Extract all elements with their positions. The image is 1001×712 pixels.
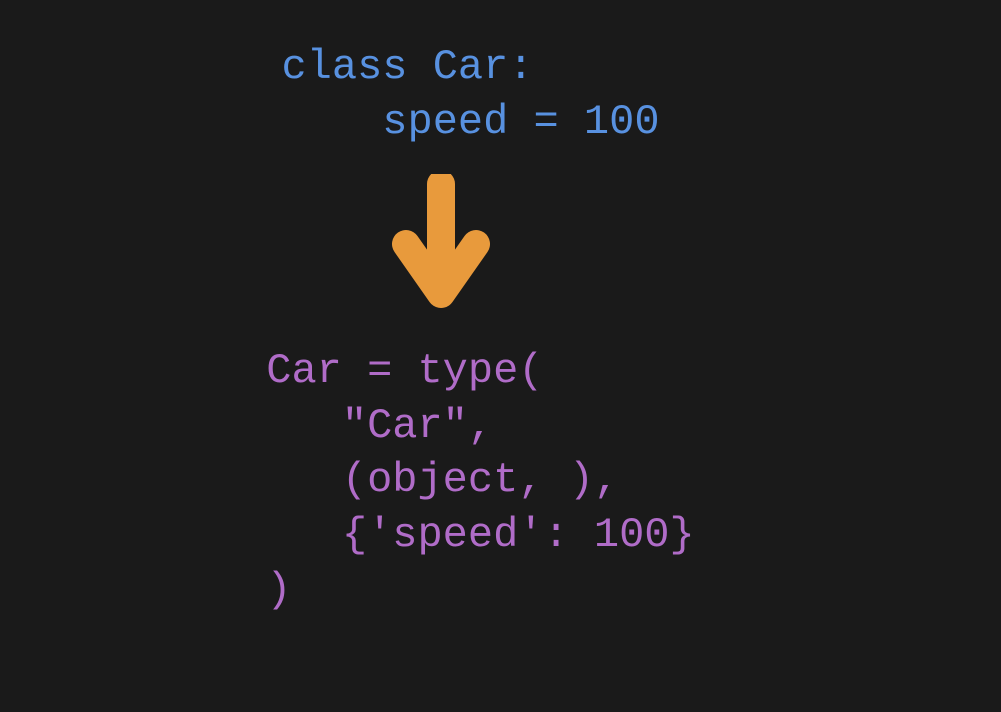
class-definition-code: class Car: speed = 100 — [281, 40, 659, 149]
arrow-svg — [386, 174, 496, 314]
code-line-2: speed = 100 — [281, 95, 659, 150]
down-arrow-icon — [386, 174, 496, 314]
code-line-3: Car = type( — [266, 344, 694, 399]
code-line-7: ) — [266, 563, 694, 618]
code-line-4: "Car", — [266, 399, 694, 454]
code-line-5: (object, ), — [266, 453, 694, 508]
code-line-6: {'speed': 100} — [266, 508, 694, 563]
type-call-code: Car = type( "Car", (object, ), {'speed':… — [266, 344, 694, 617]
code-line-1: class Car: — [281, 40, 659, 95]
